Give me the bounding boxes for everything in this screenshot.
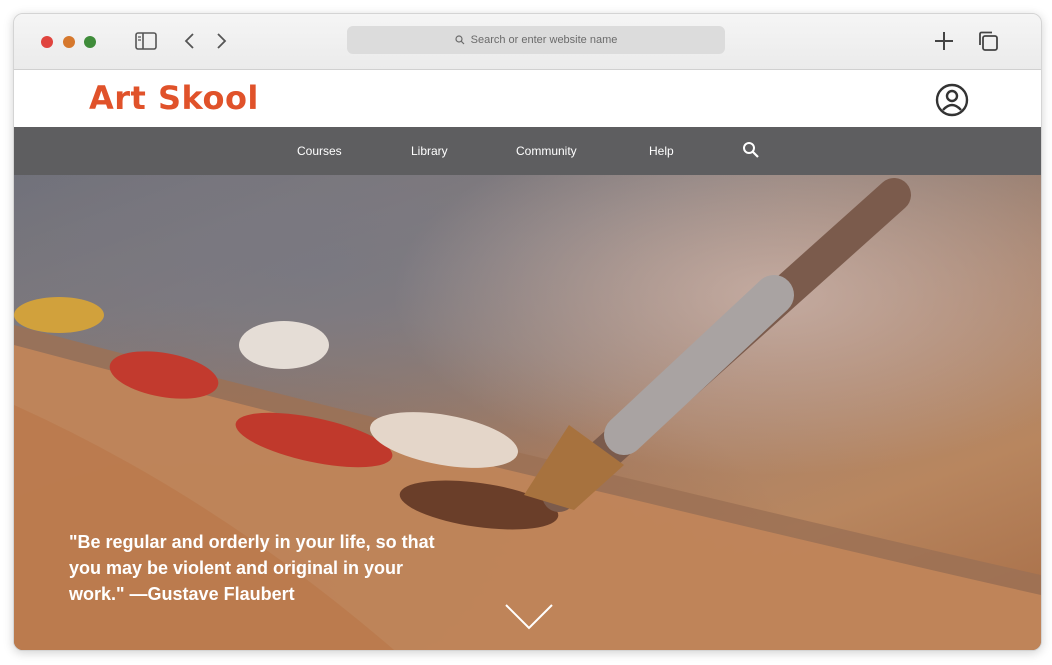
scroll-down-icon[interactable] <box>504 602 554 632</box>
forward-icon[interactable] <box>210 29 234 53</box>
zoom-window-button[interactable] <box>84 36 96 48</box>
hero-quote: "Be regular and orderly in your life, so… <box>69 532 435 604</box>
nav-item-community[interactable]: Community <box>516 144 577 158</box>
site-header: Art Skool <box>14 70 1041 127</box>
nav-item-library[interactable]: Library <box>411 144 448 158</box>
sidebar-icon[interactable] <box>134 29 158 53</box>
site-logo[interactable]: Art Skool <box>89 79 259 117</box>
browser-toolbar: Search or enter website name <box>14 14 1041 70</box>
new-tab-icon[interactable] <box>932 29 956 53</box>
address-placeholder: Search or enter website name <box>470 34 618 46</box>
main-nav: Courses Library Community Help <box>14 127 1041 175</box>
browser-window: Search or enter website name Art Skool C… <box>13 13 1042 651</box>
back-icon[interactable] <box>177 29 201 53</box>
search-icon[interactable] <box>742 141 760 159</box>
address-bar[interactable]: Search or enter website name <box>347 26 725 54</box>
tabs-overview-icon[interactable] <box>976 29 1000 53</box>
search-icon <box>455 35 465 45</box>
account-icon[interactable] <box>934 82 970 118</box>
hero-image: "Be regular and orderly in your life, so… <box>14 175 1041 650</box>
minimize-window-button[interactable] <box>63 36 75 48</box>
nav-item-courses[interactable]: Courses <box>297 144 342 158</box>
nav-item-help[interactable]: Help <box>649 144 674 158</box>
close-window-button[interactable] <box>41 36 53 48</box>
